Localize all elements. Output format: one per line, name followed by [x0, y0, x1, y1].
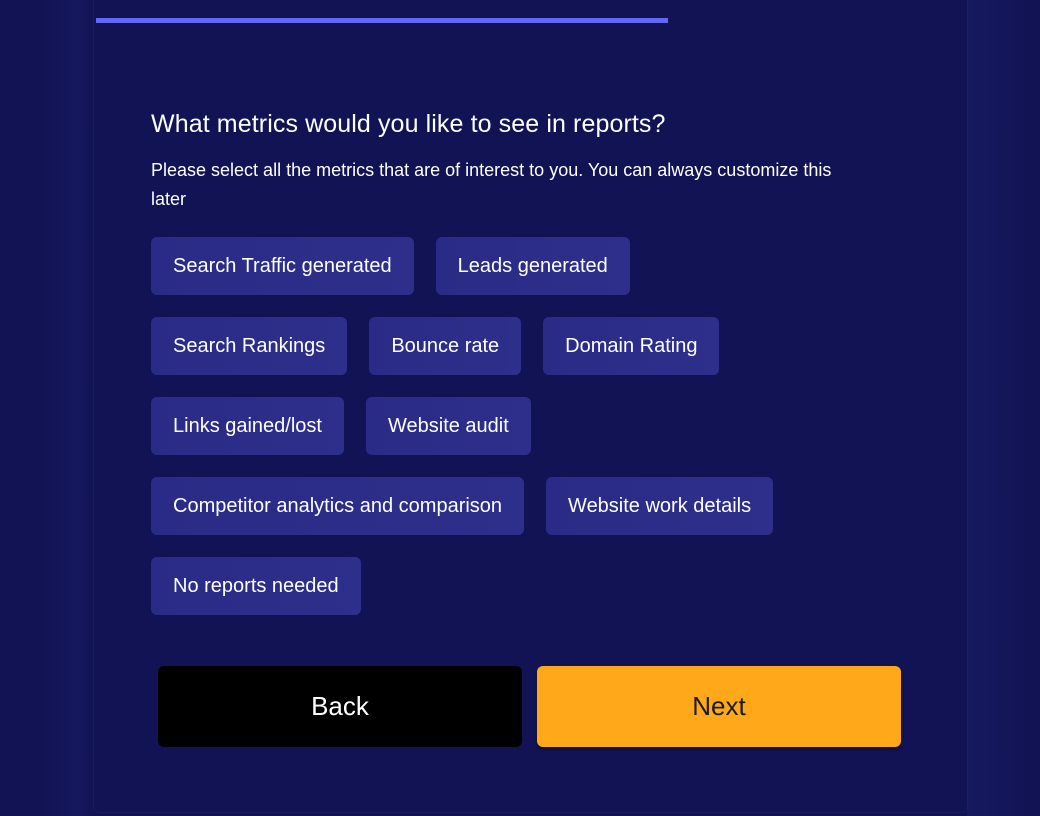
options-row: No reports needed	[151, 557, 891, 615]
progress-bar	[96, 18, 967, 23]
option-search-rankings[interactable]: Search Rankings	[151, 317, 348, 375]
survey-panel: What metrics would you like to see in re…	[94, 0, 967, 812]
background-decoration-left	[40, 0, 94, 816]
option-domain-rating[interactable]: Domain Rating	[543, 317, 720, 375]
option-leads-generated[interactable]: Leads generated	[435, 237, 630, 295]
option-search-traffic-generated[interactable]: Search Traffic generated	[151, 237, 414, 295]
option-website-work-details[interactable]: Website work details	[546, 477, 774, 535]
options-row: Competitor analytics and comparison Webs…	[151, 477, 891, 535]
option-website-audit[interactable]: Website audit	[365, 397, 531, 455]
progress-bar-fill	[96, 18, 669, 23]
option-links-gained-lost[interactable]: Links gained/lost	[151, 397, 344, 455]
options-row: Search Traffic generated Leads generated	[151, 237, 891, 295]
question-title: What metrics would you like to see in re…	[151, 110, 666, 138]
options-row: Search Rankings Bounce rate Domain Ratin…	[151, 317, 891, 375]
navigation-buttons: Back Next	[158, 666, 901, 747]
options-row: Links gained/lost Website audit	[151, 397, 891, 455]
option-competitor-analytics[interactable]: Competitor analytics and comparison	[151, 477, 525, 535]
background-decoration-right	[967, 0, 1027, 816]
next-button[interactable]: Next	[537, 666, 901, 747]
option-bounce-rate[interactable]: Bounce rate	[369, 317, 522, 375]
option-no-reports-needed[interactable]: No reports needed	[151, 557, 361, 615]
metric-options: Search Traffic generated Leads generated…	[151, 237, 891, 615]
back-button[interactable]: Back	[158, 666, 522, 747]
question-subtitle: Please select all the metrics that are o…	[151, 160, 832, 209]
